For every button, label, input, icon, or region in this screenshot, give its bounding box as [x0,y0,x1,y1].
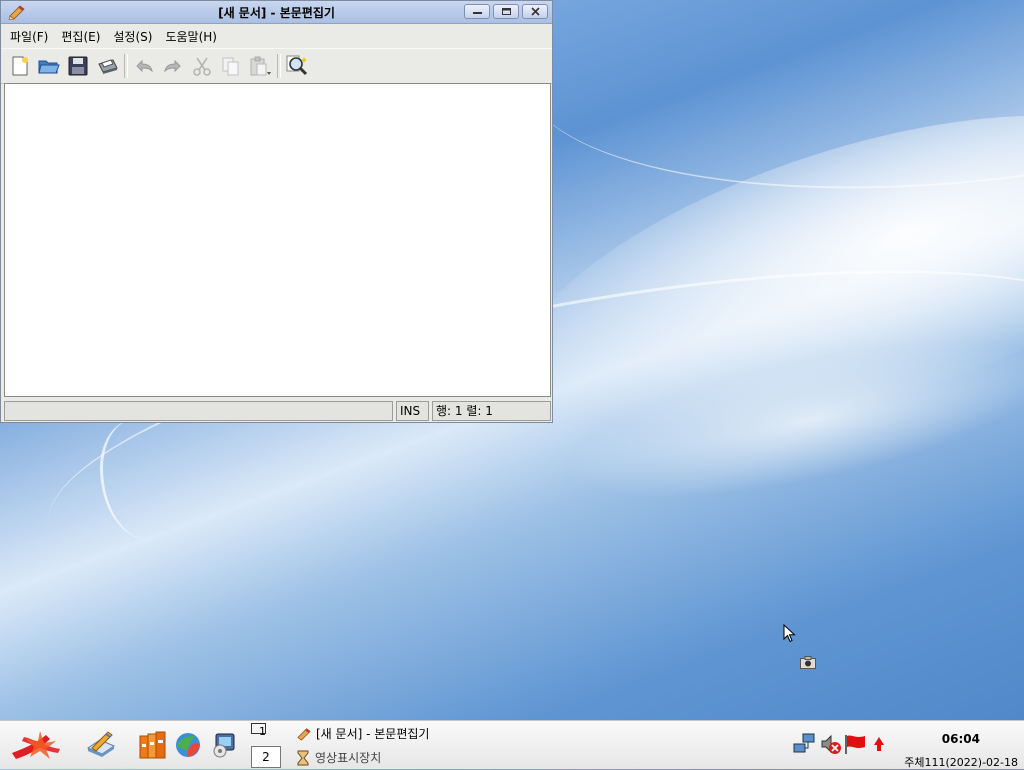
start-menu-icon[interactable] [10,727,68,763]
cut-icon [193,57,211,76]
paste-button[interactable] [247,53,273,79]
find-button[interactable] [284,53,310,79]
print-icon [98,59,118,74]
save-icon [68,56,88,76]
insert-mode-indicator: INS [396,401,429,421]
volume-muted-icon[interactable] [820,733,842,755]
minimize-icon [473,12,482,14]
copy-button[interactable] [218,53,244,79]
window-titlebar[interactable]: [새 문서] - 본문편집기 [1,1,552,24]
menu-file[interactable]: 파일(F) [5,28,53,45]
task-display-settings[interactable]: 영상표시장치 [296,749,381,766]
editor-window[interactable]: [새 문서] - 본문편집기 파일(F) 편집(E) 설정(S) 도움말(H) [0,0,553,423]
status-bar: INS 행: 1 렬: 1 [4,401,551,421]
workspace-1-label: 1 [259,725,266,738]
task-label: [새 문서] - 본문편집기 [316,727,430,741]
undo-icon [136,59,153,73]
mouse-cursor-icon [783,624,796,643]
find-icon [286,55,308,76]
undo-button[interactable] [131,53,157,79]
maximize-button[interactable] [493,4,519,19]
editor-icon [297,727,311,741]
new-file-icon [12,56,28,76]
workspace-2[interactable]: 2 [251,746,281,768]
save-button[interactable] [65,53,91,79]
web-browser-icon[interactable] [175,732,201,758]
cut-button[interactable] [189,53,215,79]
menu-edit[interactable]: 편집(E) [56,28,105,45]
open-folder-icon [38,60,60,74]
menu-settings[interactable]: 설정(S) [108,28,157,45]
close-button[interactable] [522,4,548,19]
text-editor-area[interactable] [4,83,551,397]
task-label: 영상표시장치 [315,751,382,765]
clock[interactable]: 06:04 [942,732,980,746]
toolbar [1,48,552,84]
flag-icon[interactable] [843,733,867,755]
editor-launcher-icon[interactable] [84,728,118,760]
network-icon[interactable] [793,733,817,755]
print-button[interactable] [94,53,120,79]
taskbar: 1 2 [새 문서] - 본문편집기 영상표시장치 06:04 주체111(20… [0,720,1024,769]
new-file-button[interactable] [7,53,33,79]
toolbar-separator [124,54,128,78]
maximize-icon [502,8,511,15]
menu-bar: 파일(F) 편집(E) 설정(S) 도움말(H) [1,24,552,48]
keyboard-layout-icon[interactable] [872,736,886,752]
file-manager-icon[interactable] [138,730,168,760]
open-file-button[interactable] [36,53,62,79]
paste-icon [250,56,271,76]
redo-button[interactable] [160,53,186,79]
task-editor-window[interactable]: [새 문서] - 본문편집기 [296,725,429,742]
workspace-1[interactable]: 1 [251,723,267,738]
toolbar-separator [277,54,281,78]
close-icon [531,7,540,16]
media-player-icon[interactable] [210,731,238,759]
minimize-button[interactable] [464,4,490,19]
copy-icon [222,57,239,76]
workspace-2-label: 2 [262,750,270,764]
hourglass-icon [297,750,309,765]
screenshot-camera-icon[interactable] [800,656,816,669]
status-message [4,401,393,421]
redo-icon [164,59,181,73]
menu-help[interactable]: 도움말(H) [160,28,222,45]
cursor-position: 행: 1 렬: 1 [432,401,551,421]
